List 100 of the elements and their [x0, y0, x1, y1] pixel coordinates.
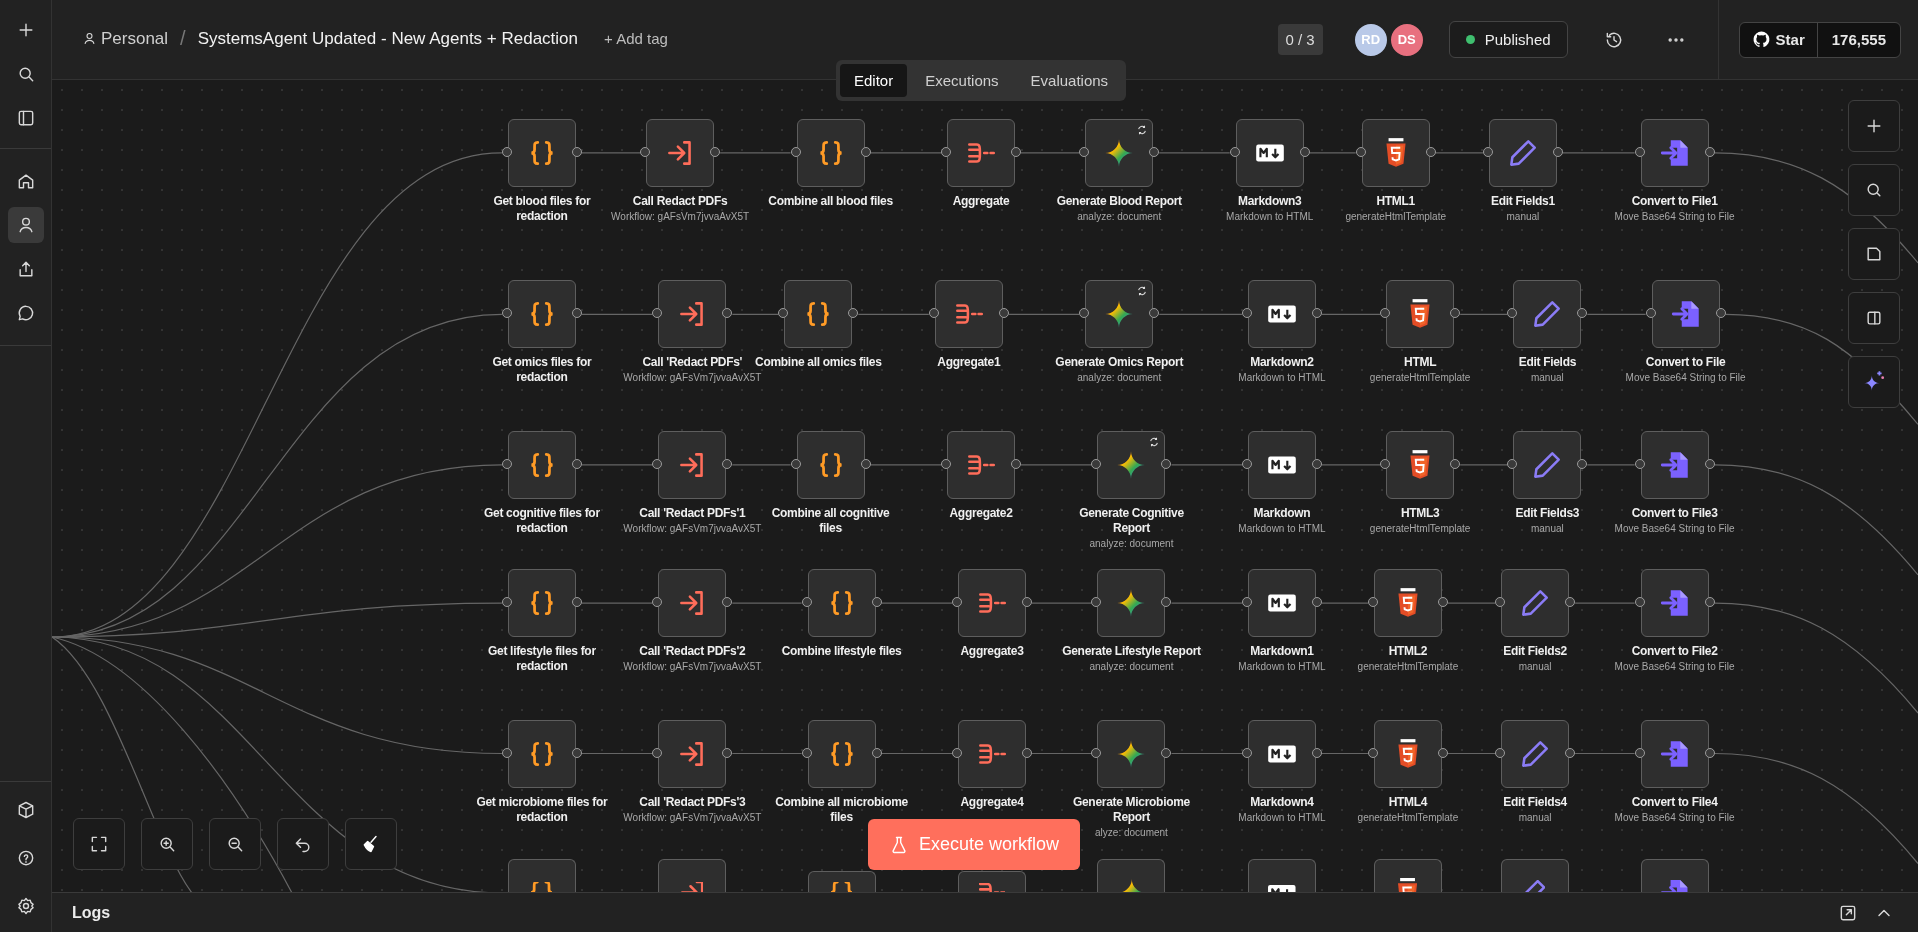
workflow-node[interactable]	[1386, 280, 1455, 349]
output-handle[interactable]	[722, 458, 733, 469]
output-handle[interactable]	[1161, 747, 1172, 758]
workflow-node[interactable]	[658, 858, 727, 892]
workflow-node[interactable]	[1097, 858, 1166, 892]
workflow-node[interactable]	[1235, 118, 1304, 187]
workflow-node[interactable]	[1247, 569, 1316, 638]
workflow-node[interactable]	[934, 280, 1003, 349]
workflow-node[interactable]	[1640, 430, 1709, 499]
workflow-node[interactable]	[1247, 719, 1316, 788]
output-handle[interactable]	[1437, 747, 1448, 758]
workflow-node[interactable]	[1640, 719, 1709, 788]
counter-badge[interactable]: 0 / 3	[1277, 24, 1323, 55]
workflow-node[interactable]	[1085, 280, 1154, 349]
workflow-node[interactable]	[507, 280, 576, 349]
workflow-node[interactable]	[1513, 280, 1582, 349]
workflow-node[interactable]	[1247, 280, 1316, 349]
workflow-node[interactable]	[1640, 118, 1709, 187]
output-handle[interactable]	[571, 308, 582, 319]
output-handle[interactable]	[1450, 458, 1461, 469]
view-tab[interactable]: Executions	[911, 64, 1013, 97]
workflow-node[interactable]	[807, 871, 876, 892]
workflow-node[interactable]	[1085, 118, 1154, 187]
workflow-node[interactable]	[784, 280, 853, 349]
output-handle[interactable]	[1311, 458, 1322, 469]
workflow-node[interactable]	[1373, 569, 1442, 638]
fit-view-icon[interactable]	[73, 818, 125, 870]
zoom-out-icon[interactable]	[209, 818, 261, 870]
output-handle[interactable]	[1704, 458, 1715, 469]
view-tab[interactable]: Evaluations	[1016, 64, 1123, 97]
output-handle[interactable]	[1565, 597, 1576, 608]
view-tab[interactable]: Editor	[840, 64, 908, 97]
output-handle[interactable]	[871, 597, 882, 608]
workflow-node[interactable]	[958, 871, 1026, 892]
workflow-node[interactable]	[947, 118, 1015, 187]
workflow-node[interactable]	[658, 719, 727, 788]
workflow-node[interactable]	[1373, 858, 1442, 892]
workflow-node[interactable]	[1097, 430, 1166, 499]
workflow-node[interactable]	[958, 569, 1026, 638]
workflow-node[interactable]	[507, 858, 576, 892]
project-link[interactable]: Personal	[82, 28, 169, 49]
output-handle[interactable]	[722, 308, 733, 319]
workflow-node[interactable]	[796, 118, 865, 187]
workflow-node[interactable]	[507, 569, 576, 638]
output-handle[interactable]	[1577, 458, 1588, 469]
output-handle[interactable]	[1022, 597, 1032, 608]
workflow-node[interactable]	[1501, 858, 1570, 892]
workflow-node[interactable]	[1247, 858, 1316, 892]
status-button[interactable]: Published	[1448, 21, 1568, 58]
output-handle[interactable]	[1011, 458, 1021, 469]
output-handle[interactable]	[1704, 597, 1715, 608]
workflow-node[interactable]	[658, 430, 727, 499]
workflow-node[interactable]	[958, 719, 1026, 788]
output-handle[interactable]	[848, 308, 859, 319]
add-node-icon[interactable]	[1848, 100, 1900, 152]
workflow-node[interactable]	[646, 118, 715, 187]
workflow-node[interactable]	[1488, 118, 1557, 187]
output-handle[interactable]	[1552, 146, 1563, 157]
workflow-node[interactable]	[796, 430, 865, 499]
output-handle[interactable]	[1299, 146, 1310, 157]
workflow-title[interactable]: SystemsAgent Updated - New Agents + Redaction	[197, 28, 579, 49]
output-handle[interactable]	[860, 458, 871, 469]
output-handle[interactable]	[571, 458, 582, 469]
user-icon[interactable]	[7, 207, 44, 243]
workflow-node[interactable]	[807, 569, 876, 638]
workflow-node[interactable]	[1247, 430, 1316, 499]
output-handle[interactable]	[571, 597, 582, 608]
workflow-node[interactable]	[947, 430, 1015, 499]
workflow-node[interactable]	[1640, 569, 1709, 638]
workflow-node[interactable]	[1361, 118, 1430, 187]
panel-icon[interactable]	[1848, 292, 1900, 344]
output-handle[interactable]	[1437, 597, 1448, 608]
workflow-node[interactable]	[507, 118, 576, 187]
output-handle[interactable]	[1149, 308, 1160, 319]
workflow-node[interactable]	[1501, 719, 1570, 788]
output-handle[interactable]	[871, 747, 882, 758]
output-handle[interactable]	[998, 308, 1009, 319]
output-handle[interactable]	[571, 747, 582, 758]
star-label[interactable]: Star	[1739, 22, 1818, 57]
workflow-node[interactable]	[807, 719, 876, 788]
workflow-node[interactable]	[1097, 719, 1166, 788]
undo-icon[interactable]	[277, 818, 329, 870]
output-handle[interactable]	[722, 747, 733, 758]
workflow-node[interactable]	[507, 719, 576, 788]
output-handle[interactable]	[1161, 597, 1172, 608]
workflow-node[interactable]	[1501, 569, 1570, 638]
output-handle[interactable]	[1704, 146, 1715, 157]
output-handle[interactable]	[1704, 747, 1715, 758]
output-handle[interactable]	[1715, 308, 1726, 319]
output-handle[interactable]	[1311, 597, 1322, 608]
workflow-node[interactable]	[1386, 430, 1455, 499]
output-handle[interactable]	[1450, 308, 1461, 319]
output-handle[interactable]	[710, 146, 721, 157]
output-handle[interactable]	[1311, 747, 1322, 758]
output-handle[interactable]	[571, 146, 582, 157]
sticky-note-icon[interactable]	[1848, 228, 1900, 280]
zoom-in-icon[interactable]	[141, 818, 193, 870]
output-handle[interactable]	[1022, 747, 1032, 758]
output-handle[interactable]	[1011, 146, 1021, 157]
workflow-node[interactable]	[658, 569, 727, 638]
